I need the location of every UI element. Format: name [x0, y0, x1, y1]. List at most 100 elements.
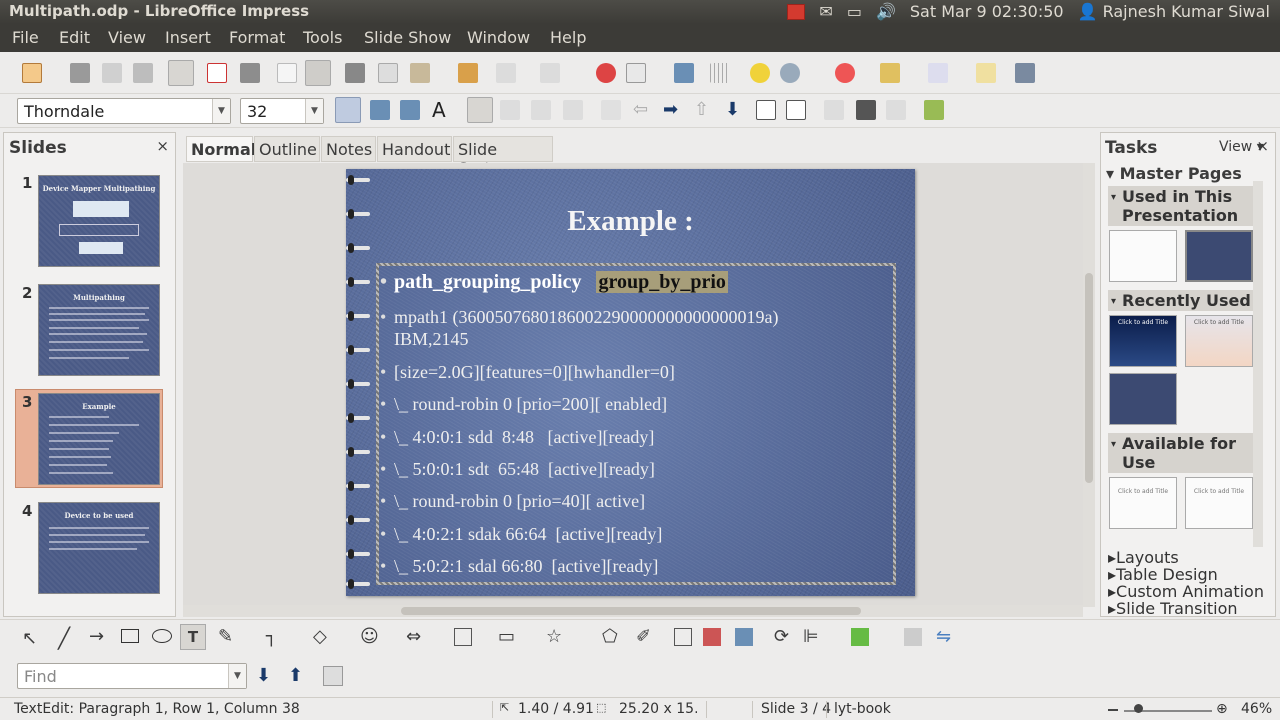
menu-insert[interactable]: Insert — [165, 28, 211, 47]
slide-transition-section[interactable]: ▸Slide Transition — [1108, 600, 1238, 617]
print-icon[interactable] — [240, 63, 260, 83]
menu-tools[interactable]: Tools — [303, 28, 342, 47]
menu-help[interactable]: Help — [550, 28, 586, 47]
horizontal-scrollbar[interactable] — [183, 605, 1083, 617]
menu-edit[interactable]: Edit — [59, 28, 90, 47]
rotate-icon[interactable]: ⟳ — [774, 626, 789, 647]
chevron-down-icon[interactable]: ▼ — [212, 99, 230, 123]
layouts-section[interactable]: ▸Layouts — [1108, 549, 1179, 566]
chart-icon[interactable] — [596, 63, 616, 83]
slide-thumbnail-1[interactable]: Device Mapper Multipathing — [38, 175, 160, 267]
paragraph-icon[interactable] — [856, 100, 876, 120]
navigator-icon[interactable] — [750, 63, 770, 83]
ellipse-icon[interactable] — [152, 629, 172, 643]
paste-icon[interactable] — [410, 63, 430, 83]
align-center-icon[interactable] — [500, 100, 520, 120]
master-pages-header[interactable]: ▾ Master Pages — [1106, 164, 1242, 183]
menu-view[interactable]: View — [108, 28, 146, 47]
tab-normal[interactable]: Normal — [186, 136, 256, 162]
bullets-numbering-icon[interactable] — [886, 100, 906, 120]
autospell-icon[interactable] — [305, 60, 331, 86]
menu-format[interactable]: Format — [229, 28, 285, 47]
tab-handout[interactable]: Handout — [377, 136, 452, 162]
master-page-thumbnail[interactable]: Click to add Title — [1185, 315, 1253, 367]
find-next-icon[interactable]: ⬇ — [256, 665, 271, 686]
color-icon[interactable] — [924, 100, 944, 120]
slide-title[interactable]: Example : — [346, 205, 915, 238]
glue-icon[interactable]: ✐ — [636, 626, 651, 647]
scroll-thumb[interactable] — [1085, 273, 1093, 483]
bullet-item[interactable]: • \_ 5:0:0:1 sdt 65:48 [active][ready] — [380, 459, 655, 480]
arrow-right-icon[interactable]: ➡ — [663, 100, 683, 120]
bullet-item[interactable]: • \_ 4:0:0:1 sdd 8:48 [active][ready] — [380, 427, 654, 448]
basic-shapes-icon[interactable]: ◇ — [313, 626, 327, 647]
superscript-icon[interactable] — [756, 100, 776, 120]
extrusion-icon[interactable] — [904, 628, 922, 646]
curve-icon[interactable]: ✎ — [218, 626, 233, 647]
chevron-down-icon[interactable]: ▼ — [228, 664, 246, 688]
flowchart-icon[interactable] — [454, 628, 472, 646]
arrange-icon[interactable] — [851, 628, 869, 646]
recently-used-header[interactable]: ▾ Recently Used — [1108, 290, 1259, 311]
bullet-item[interactable]: • \_ round-robin 0 [prio=40][ active] — [380, 491, 645, 512]
display-grid-icon[interactable] — [674, 63, 694, 83]
clone-format-icon[interactable] — [458, 63, 478, 83]
master-page-thumbnail[interactable]: Click to add Title — [1109, 315, 1177, 367]
bullet-item[interactable]: • path_grouping_policy group_by_prio — [380, 271, 728, 294]
master-slide-icon[interactable] — [976, 63, 996, 83]
tab-slide-sorter[interactable]: Slide Sorter — [453, 136, 553, 178]
menu-window[interactable]: Window — [467, 28, 530, 47]
text-icon[interactable]: A — [432, 100, 452, 120]
volume-icon[interactable]: 🔊 — [876, 2, 896, 21]
spelling-icon[interactable] — [277, 63, 297, 83]
arrow-left-icon[interactable]: ⇦ — [633, 100, 653, 120]
select-icon[interactable]: ↖ — [22, 628, 37, 649]
gallery-toggle-icon[interactable] — [735, 628, 753, 646]
rectangle-icon[interactable] — [121, 629, 139, 643]
open-icon[interactable] — [70, 63, 90, 83]
gallery-icon[interactable] — [880, 63, 900, 83]
outline-icon[interactable] — [400, 100, 420, 120]
align-left-icon[interactable] — [467, 97, 493, 123]
close-icon[interactable]: × — [156, 137, 169, 155]
copy-icon[interactable] — [378, 63, 398, 83]
find-replace-icon[interactable] — [323, 666, 343, 686]
new-icon[interactable] — [22, 63, 42, 83]
bullet-continuation[interactable]: IBM,2145 — [394, 329, 469, 350]
stars-icon[interactable]: ☆ — [546, 626, 562, 647]
clock[interactable]: Sat Mar 9 02:30:50 — [910, 2, 1064, 21]
save-icon[interactable] — [102, 63, 122, 83]
zoom-out-icon[interactable] — [1108, 709, 1118, 711]
user-menu[interactable]: 👤 Rajnesh Kumar Siwal — [1078, 2, 1270, 21]
shadow-icon[interactable] — [335, 97, 361, 123]
edit-file-icon[interactable] — [168, 60, 194, 86]
zoom-slider-handle[interactable] — [1134, 704, 1143, 713]
character-icon[interactable] — [824, 100, 844, 120]
image-icon[interactable] — [703, 628, 721, 646]
bullet-item[interactable]: • \_ round-robin 0 [prio=200][ enabled] — [380, 394, 667, 415]
slide-thumbnail-2[interactable]: Multipathing — [38, 284, 160, 376]
redo-icon[interactable] — [540, 63, 560, 83]
text-tool-icon[interactable]: T — [180, 624, 206, 650]
master-page-thumbnail[interactable]: Click to add Title — [1109, 477, 1177, 529]
slide-thumbnail-4[interactable]: Device to be used — [38, 502, 160, 594]
zoom-in-icon[interactable]: ⊕ — [1216, 701, 1228, 717]
close-icon[interactable]: × — [1256, 137, 1269, 155]
used-in-presentation-header[interactable]: ▾ Used in This Presentation — [1108, 186, 1259, 226]
cut-icon[interactable] — [345, 63, 365, 83]
chevron-down-icon[interactable]: ▼ — [305, 99, 323, 123]
symbol-shapes-icon[interactable]: ☺ — [360, 626, 379, 647]
tab-notes[interactable]: Notes — [321, 136, 376, 162]
mail-icon[interactable]: ✉ — [819, 2, 832, 21]
toggle-extrusion-icon[interactable]: ⇋ — [936, 626, 951, 647]
master-page-thumbnail[interactable] — [1109, 373, 1177, 425]
line-icon[interactable]: ╱ — [58, 626, 70, 650]
bullet-item[interactable]: • [size=2.0G][features=0][hwhandler=0] — [380, 362, 675, 383]
align-right-icon[interactable] — [531, 100, 551, 120]
bullet-item[interactable]: • \_ 4:0:2:1 sdak 66:64 [active][ready] — [380, 524, 662, 545]
help-icon[interactable] — [835, 63, 855, 83]
status-zoom[interactable]: 46% — [1241, 701, 1272, 717]
menu-slide-show[interactable]: Slide Show — [364, 28, 451, 47]
align-objects-icon[interactable]: ⊫ — [803, 626, 819, 647]
fontwork-icon[interactable] — [674, 628, 692, 646]
